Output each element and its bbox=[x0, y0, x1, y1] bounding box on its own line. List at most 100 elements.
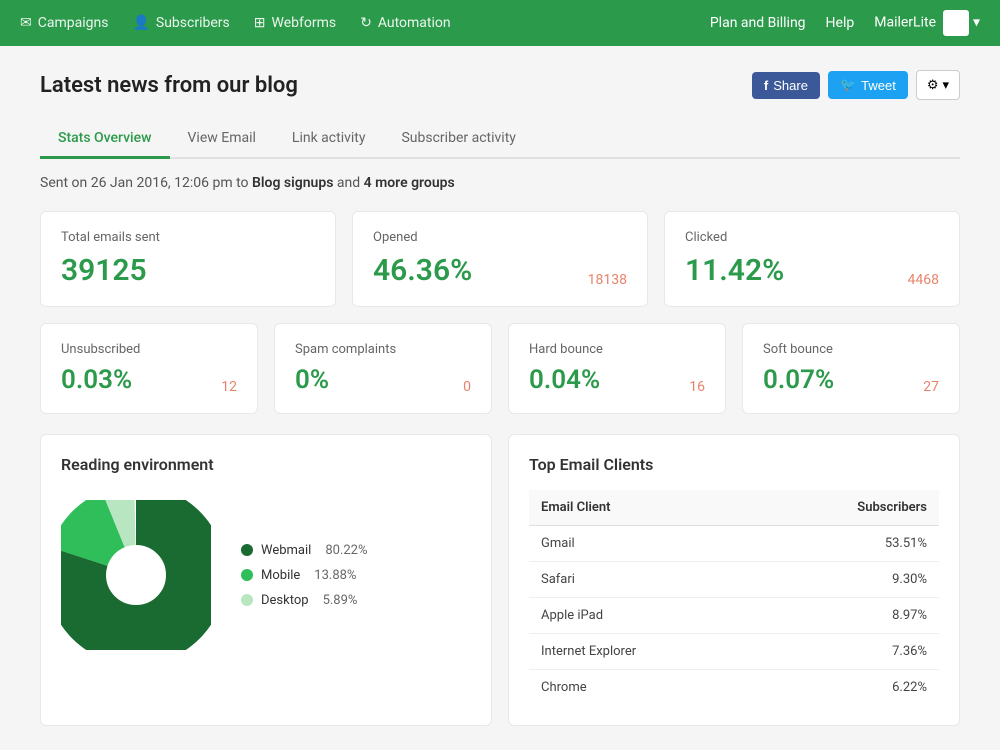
nav-webforms-label: Webforms bbox=[271, 15, 336, 31]
chevron-down-icon: ▾ bbox=[973, 15, 980, 31]
client-value: 6.22% bbox=[758, 670, 939, 706]
page-title: Latest news from our blog bbox=[40, 73, 298, 98]
desktop-label: Desktop bbox=[261, 593, 309, 608]
desktop-dot bbox=[241, 594, 253, 606]
clicked-value: 11.42% bbox=[685, 253, 784, 288]
stat-soft-bounce: Soft bounce 0.07% 27 bbox=[742, 323, 960, 414]
gear-icon: ⚙ bbox=[927, 77, 939, 93]
nav-subscribers[interactable]: 👤 Subscribers bbox=[132, 15, 229, 31]
unsub-main: 0.03% 12 bbox=[61, 365, 237, 395]
client-value: 8.97% bbox=[758, 598, 939, 634]
hard-bounce-label: Hard bounce bbox=[529, 342, 705, 357]
page-header: Latest news from our blog f Share 🐦 Twee… bbox=[40, 70, 960, 100]
unsub-label: Unsubscribed bbox=[61, 342, 237, 357]
pie-svg bbox=[61, 500, 211, 650]
sent-more: 4 more groups bbox=[364, 175, 455, 191]
twitter-icon: 🐦 bbox=[840, 77, 856, 93]
user-menu[interactable]: MailerLite ▾ bbox=[874, 10, 980, 36]
pie-chart bbox=[61, 500, 211, 650]
soft-bounce-value: 0.07% bbox=[763, 365, 834, 395]
subscribers-icon: 👤 bbox=[132, 15, 149, 31]
header-actions: f Share 🐦 Tweet ⚙ ▾ bbox=[752, 70, 960, 100]
opened-main: 46.36% 18138 bbox=[373, 253, 627, 288]
tab-link-activity[interactable]: Link activity bbox=[274, 120, 384, 159]
chart-area: Webmail 80.22% Mobile 13.88% Desktop 5.8… bbox=[61, 490, 471, 660]
envelope-icon: ✉ bbox=[20, 15, 32, 31]
user-label: MailerLite bbox=[874, 15, 936, 31]
table-row: Gmail 53.51% bbox=[529, 526, 939, 562]
tweet-label: Tweet bbox=[861, 78, 896, 93]
tab-view-email[interactable]: View Email bbox=[170, 120, 274, 159]
share-facebook-button[interactable]: f Share bbox=[752, 72, 820, 99]
plan-billing-link[interactable]: Plan and Billing bbox=[710, 15, 806, 31]
spam-main: 0% 0 bbox=[295, 365, 471, 395]
clicked-label: Clicked bbox=[685, 230, 939, 245]
email-clients-card: Top Email Clients Email Client Subscribe… bbox=[508, 434, 960, 726]
stat-opened: Opened 46.36% 18138 bbox=[352, 211, 648, 307]
client-name: Gmail bbox=[529, 526, 758, 562]
webforms-icon: ⊞ bbox=[254, 15, 266, 31]
automation-icon: ↻ bbox=[360, 15, 372, 31]
client-name: Chrome bbox=[529, 670, 758, 706]
opened-count: 18138 bbox=[588, 272, 627, 288]
table-row: Safari 9.30% bbox=[529, 562, 939, 598]
sent-suffix: and bbox=[333, 175, 363, 191]
share-twitter-button[interactable]: 🐦 Tweet bbox=[828, 71, 908, 99]
desktop-value: 5.89% bbox=[323, 593, 358, 608]
webmail-dot bbox=[241, 544, 253, 556]
clicked-main: 11.42% 4468 bbox=[685, 253, 939, 288]
lower-section: Reading environment Webmail bbox=[40, 434, 960, 726]
sent-info: Sent on 26 Jan 2016, 12:06 pm to Blog si… bbox=[40, 175, 960, 191]
tabs-bar: Stats Overview View Email Link activity … bbox=[40, 120, 960, 159]
tab-subscriber-activity[interactable]: Subscriber activity bbox=[383, 120, 533, 159]
client-name: Safari bbox=[529, 562, 758, 598]
sent-group: Blog signups bbox=[252, 175, 333, 191]
user-avatar bbox=[943, 10, 969, 36]
hard-bounce-count: 16 bbox=[689, 379, 705, 395]
stat-spam: Spam complaints 0% 0 bbox=[274, 323, 492, 414]
legend-webmail: Webmail 80.22% bbox=[241, 543, 368, 558]
stat-clicked: Clicked 11.42% 4468 bbox=[664, 211, 960, 307]
client-value: 7.36% bbox=[758, 634, 939, 670]
nav-left: ✉ Campaigns 👤 Subscribers ⊞ Webforms ↻ A… bbox=[20, 15, 710, 31]
tab-stats-overview[interactable]: Stats Overview bbox=[40, 120, 170, 159]
client-name: Internet Explorer bbox=[529, 634, 758, 670]
facebook-icon: f bbox=[764, 78, 768, 93]
stats-top-grid: Total emails sent 39125 Opened 46.36% 18… bbox=[40, 211, 960, 307]
spam-label: Spam complaints bbox=[295, 342, 471, 357]
nav-webforms[interactable]: ⊞ Webforms bbox=[254, 15, 336, 31]
email-clients-table: Email Client Subscribers Gmail 53.51% Sa… bbox=[529, 490, 939, 705]
settings-button[interactable]: ⚙ ▾ bbox=[916, 70, 960, 100]
webmail-value: 80.22% bbox=[325, 543, 367, 558]
sent-prefix: Sent on 26 Jan 2016, 12:06 pm to bbox=[40, 175, 252, 191]
stat-unsubscribed: Unsubscribed 0.03% 12 bbox=[40, 323, 258, 414]
mobile-dot bbox=[241, 569, 253, 581]
nav-campaigns-label: Campaigns bbox=[38, 15, 109, 31]
hard-bounce-main: 0.04% 16 bbox=[529, 365, 705, 395]
nav-subscribers-label: Subscribers bbox=[156, 15, 230, 31]
nav-right: Plan and Billing Help MailerLite ▾ bbox=[710, 10, 980, 36]
main-nav: ✉ Campaigns 👤 Subscribers ⊞ Webforms ↻ A… bbox=[0, 0, 1000, 46]
reading-env-title: Reading environment bbox=[61, 455, 471, 474]
pie-legend: Webmail 80.22% Mobile 13.88% Desktop 5.8… bbox=[241, 543, 368, 608]
hard-bounce-value: 0.04% bbox=[529, 365, 600, 395]
table-body: Gmail 53.51% Safari 9.30% Apple iPad 8.9… bbox=[529, 526, 939, 706]
reading-environment-card: Reading environment Webmail bbox=[40, 434, 492, 726]
client-value: 9.30% bbox=[758, 562, 939, 598]
legend-desktop: Desktop 5.89% bbox=[241, 593, 368, 608]
total-emails-value: 39125 bbox=[61, 253, 147, 288]
total-emails-main: 39125 bbox=[61, 253, 315, 288]
stats-bottom-grid: Unsubscribed 0.03% 12 Spam complaints 0%… bbox=[40, 323, 960, 414]
soft-bounce-main: 0.07% 27 bbox=[763, 365, 939, 395]
stat-total-emails: Total emails sent 39125 bbox=[40, 211, 336, 307]
table-row: Internet Explorer 7.36% bbox=[529, 634, 939, 670]
page-content: Latest news from our blog f Share 🐦 Twee… bbox=[20, 46, 980, 750]
help-link[interactable]: Help bbox=[826, 15, 855, 31]
table-header: Email Client Subscribers bbox=[529, 490, 939, 526]
opened-label: Opened bbox=[373, 230, 627, 245]
email-clients-title: Top Email Clients bbox=[529, 455, 939, 474]
col-subscribers-header: Subscribers bbox=[758, 490, 939, 526]
mobile-label: Mobile bbox=[261, 568, 300, 583]
nav-campaigns[interactable]: ✉ Campaigns bbox=[20, 15, 108, 31]
nav-automation[interactable]: ↻ Automation bbox=[360, 15, 451, 31]
